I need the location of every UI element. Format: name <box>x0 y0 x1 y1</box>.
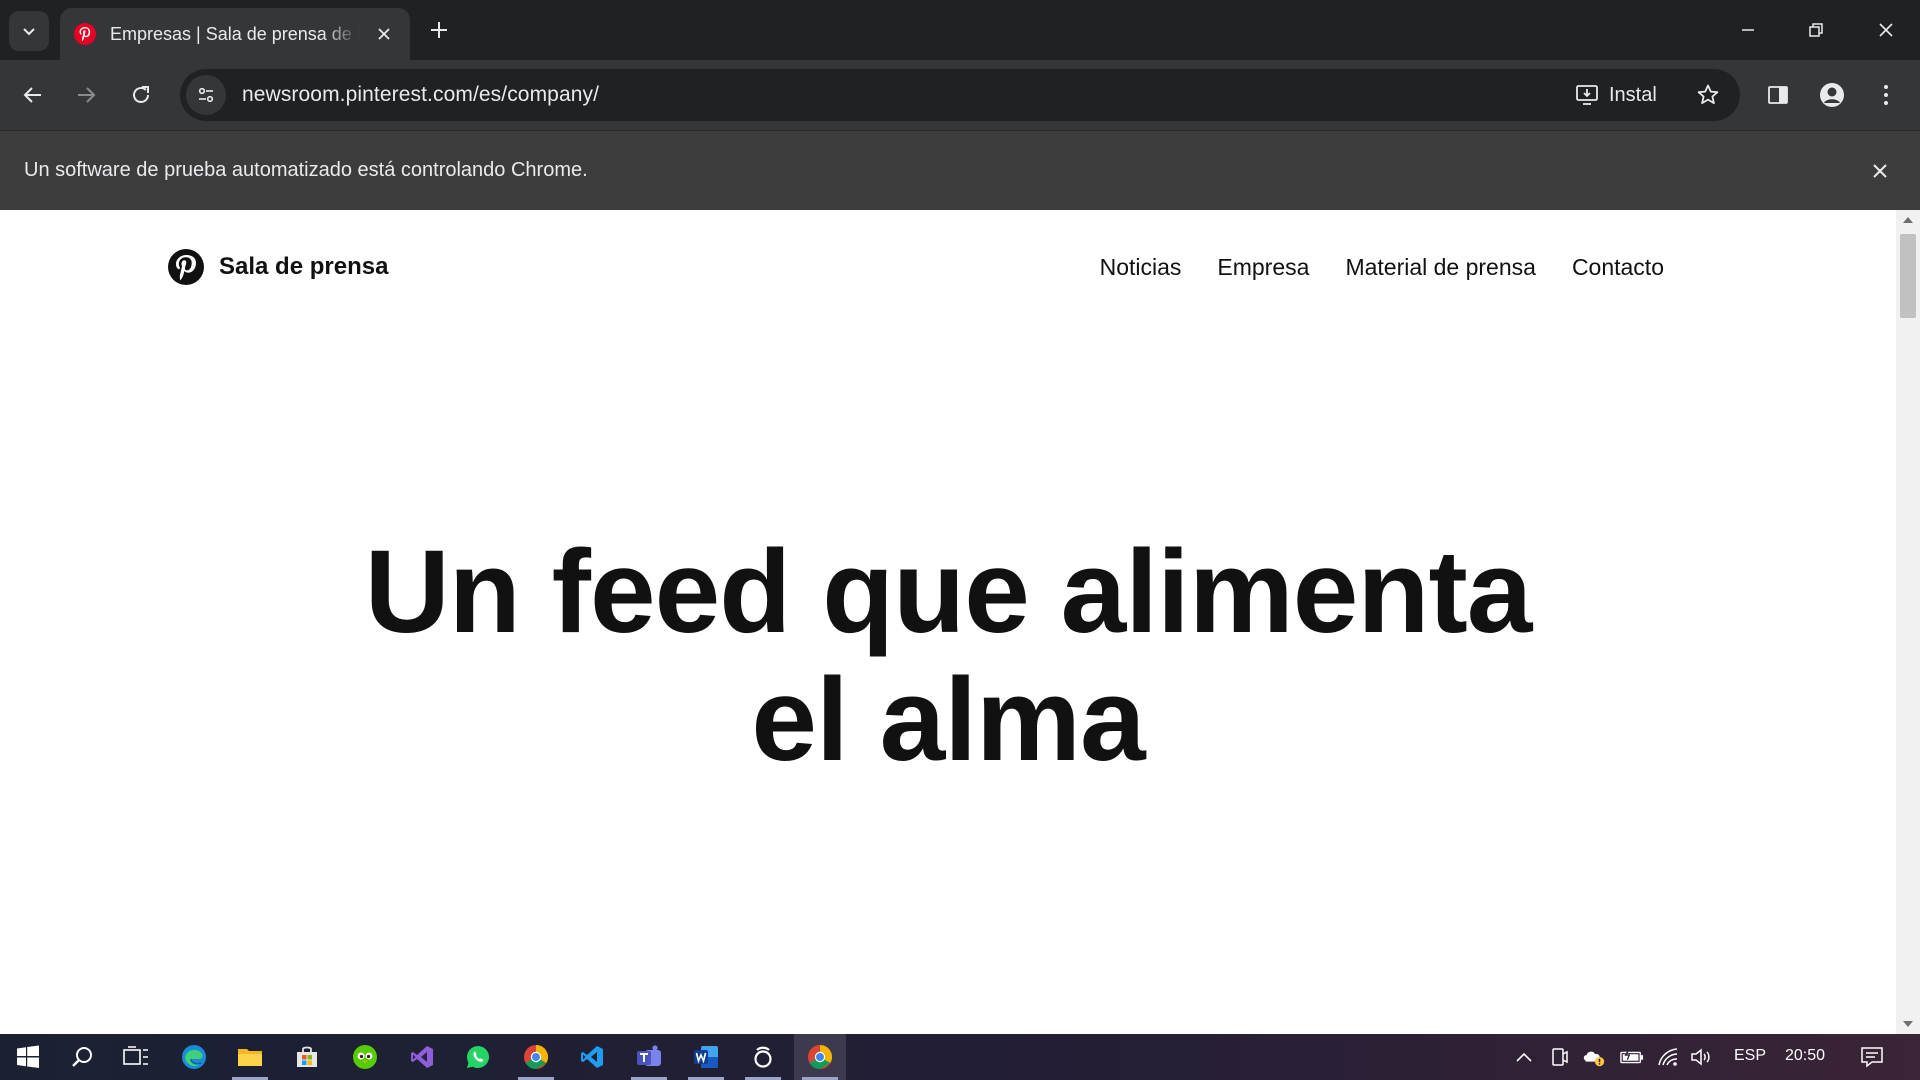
file-explorer-taskbar-icon[interactable] <box>224 1034 276 1080</box>
reload-icon <box>133 86 149 103</box>
plus-icon <box>431 22 447 38</box>
address-bar[interactable]: newsroom.pinterest.com/es/company/ Insta… <box>180 69 1740 121</box>
hero-line-1: Un feed que alimenta <box>364 526 1533 658</box>
search-icon <box>72 1047 92 1067</box>
nav-item-contacto[interactable]: Contacto <box>1572 254 1664 281</box>
vscode-taskbar-icon[interactable] <box>566 1034 618 1080</box>
minimize-button[interactable] <box>1714 0 1782 60</box>
infobar-close-button[interactable] <box>1866 157 1894 185</box>
side-panel-button[interactable] <box>1758 75 1798 115</box>
install-app-button[interactable]: Instal <box>1575 77 1657 113</box>
menu-button[interactable] <box>1866 75 1906 115</box>
close-window-button[interactable] <box>1852 0 1920 60</box>
forward-button[interactable] <box>66 75 106 115</box>
chrome-taskbar-icon[interactable] <box>510 1034 562 1080</box>
task-view-button[interactable] <box>110 1034 162 1080</box>
onedrive-warning-icon[interactable] <box>1582 1046 1606 1068</box>
taskbar-search-button[interactable] <box>56 1034 108 1080</box>
battery-icon[interactable] <box>1620 1046 1644 1068</box>
url-text[interactable]: newsroom.pinterest.com/es/company/ <box>242 83 599 107</box>
more-vertical-icon <box>1884 85 1888 105</box>
meet-now-icon[interactable] <box>1548 1046 1572 1068</box>
copilot-taskbar-icon[interactable] <box>737 1034 789 1080</box>
profile-icon <box>1820 83 1844 107</box>
back-button[interactable] <box>13 75 53 115</box>
bookmark-star-button[interactable] <box>1692 79 1724 111</box>
page-viewport: Sala de prensa Noticias Empresa Material… <box>0 210 1920 1034</box>
scroll-up-arrow-icon[interactable] <box>1896 210 1920 230</box>
arrow-right-icon <box>78 87 96 103</box>
tab-strip: Empresas | Sala de prensa de Pinterest <box>0 0 1920 60</box>
pinterest-favicon-icon <box>74 23 96 45</box>
site-info-button[interactable] <box>186 75 226 115</box>
close-icon <box>1873 164 1887 178</box>
install-label: Instal <box>1609 83 1657 106</box>
chevron-up-icon[interactable] <box>1512 1046 1536 1068</box>
restore-button[interactable] <box>1782 0 1850 60</box>
whatsapp-taskbar-icon[interactable] <box>452 1034 504 1080</box>
reload-button[interactable] <box>121 75 161 115</box>
install-icon <box>1576 85 1598 105</box>
task-view-icon <box>123 1046 148 1065</box>
chevron-down-icon <box>23 28 35 36</box>
clock-time[interactable]: 20:50 <box>1785 1047 1825 1065</box>
browser-toolbar: newsroom.pinterest.com/es/company/ Insta… <box>0 60 1920 130</box>
nav-item-noticias[interactable]: Noticias <box>1100 254 1182 281</box>
minimize-icon <box>1742 29 1754 31</box>
windows-icon <box>17 1045 39 1068</box>
scrollbar-thumb[interactable] <box>1900 234 1916 318</box>
edge-taskbar-icon[interactable] <box>168 1034 220 1080</box>
brand-link[interactable]: Sala de prensa <box>167 248 388 286</box>
side-panel-icon <box>1768 86 1788 104</box>
star-icon <box>1697 84 1719 104</box>
site-header: Sala de prensa Noticias Empresa Material… <box>0 210 1896 320</box>
duolingo-taskbar-icon[interactable] <box>339 1034 391 1080</box>
restore-icon <box>1809 23 1823 37</box>
arrow-left-icon <box>23 87 41 103</box>
close-icon <box>1879 23 1893 37</box>
tab-close-icon[interactable] <box>372 22 396 46</box>
new-tab-button[interactable] <box>423 14 455 46</box>
profile-button[interactable] <box>1812 75 1852 115</box>
word-taskbar-icon[interactable] <box>680 1034 732 1080</box>
active-tab[interactable]: Empresas | Sala de prensa de Pinterest <box>60 8 410 60</box>
chrome-active-taskbar-icon[interactable] <box>794 1034 846 1080</box>
automation-infobar: Un software de prueba automatizado está … <box>0 130 1920 210</box>
brand-title: Sala de prensa <box>219 253 389 280</box>
pinterest-logo-icon <box>168 249 204 285</box>
tab-title: Empresas | Sala de prensa de Pinterest <box>110 23 360 44</box>
notifications-icon[interactable] <box>1860 1046 1884 1068</box>
main-nav: Noticias Empresa Material de prensa Cont… <box>1100 254 1664 281</box>
volume-icon[interactable] <box>1690 1046 1714 1068</box>
visual-studio-taskbar-icon[interactable] <box>396 1034 448 1080</box>
teams-taskbar-icon[interactable] <box>623 1034 675 1080</box>
infobar-text: Un software de prueba automatizado está … <box>24 159 588 181</box>
language-indicator[interactable]: ESP <box>1734 1047 1766 1065</box>
store-taskbar-icon[interactable] <box>281 1034 333 1080</box>
nav-item-material-de-prensa[interactable]: Material de prensa <box>1345 254 1536 281</box>
start-button[interactable] <box>2 1034 54 1080</box>
tune-icon <box>198 87 214 103</box>
nav-item-empresa[interactable]: Empresa <box>1217 254 1309 281</box>
scroll-down-arrow-icon[interactable] <box>1896 1014 1920 1034</box>
hero-heading: Un feed que alimenta el alma <box>0 528 1896 784</box>
hero-line-2: el alma <box>751 654 1145 786</box>
wifi-icon[interactable] <box>1656 1046 1680 1068</box>
windows-taskbar: ESP 20:50 <box>0 1034 1920 1080</box>
page-scrollbar[interactable] <box>1896 210 1920 1034</box>
tab-search-button[interactable] <box>9 11 49 51</box>
